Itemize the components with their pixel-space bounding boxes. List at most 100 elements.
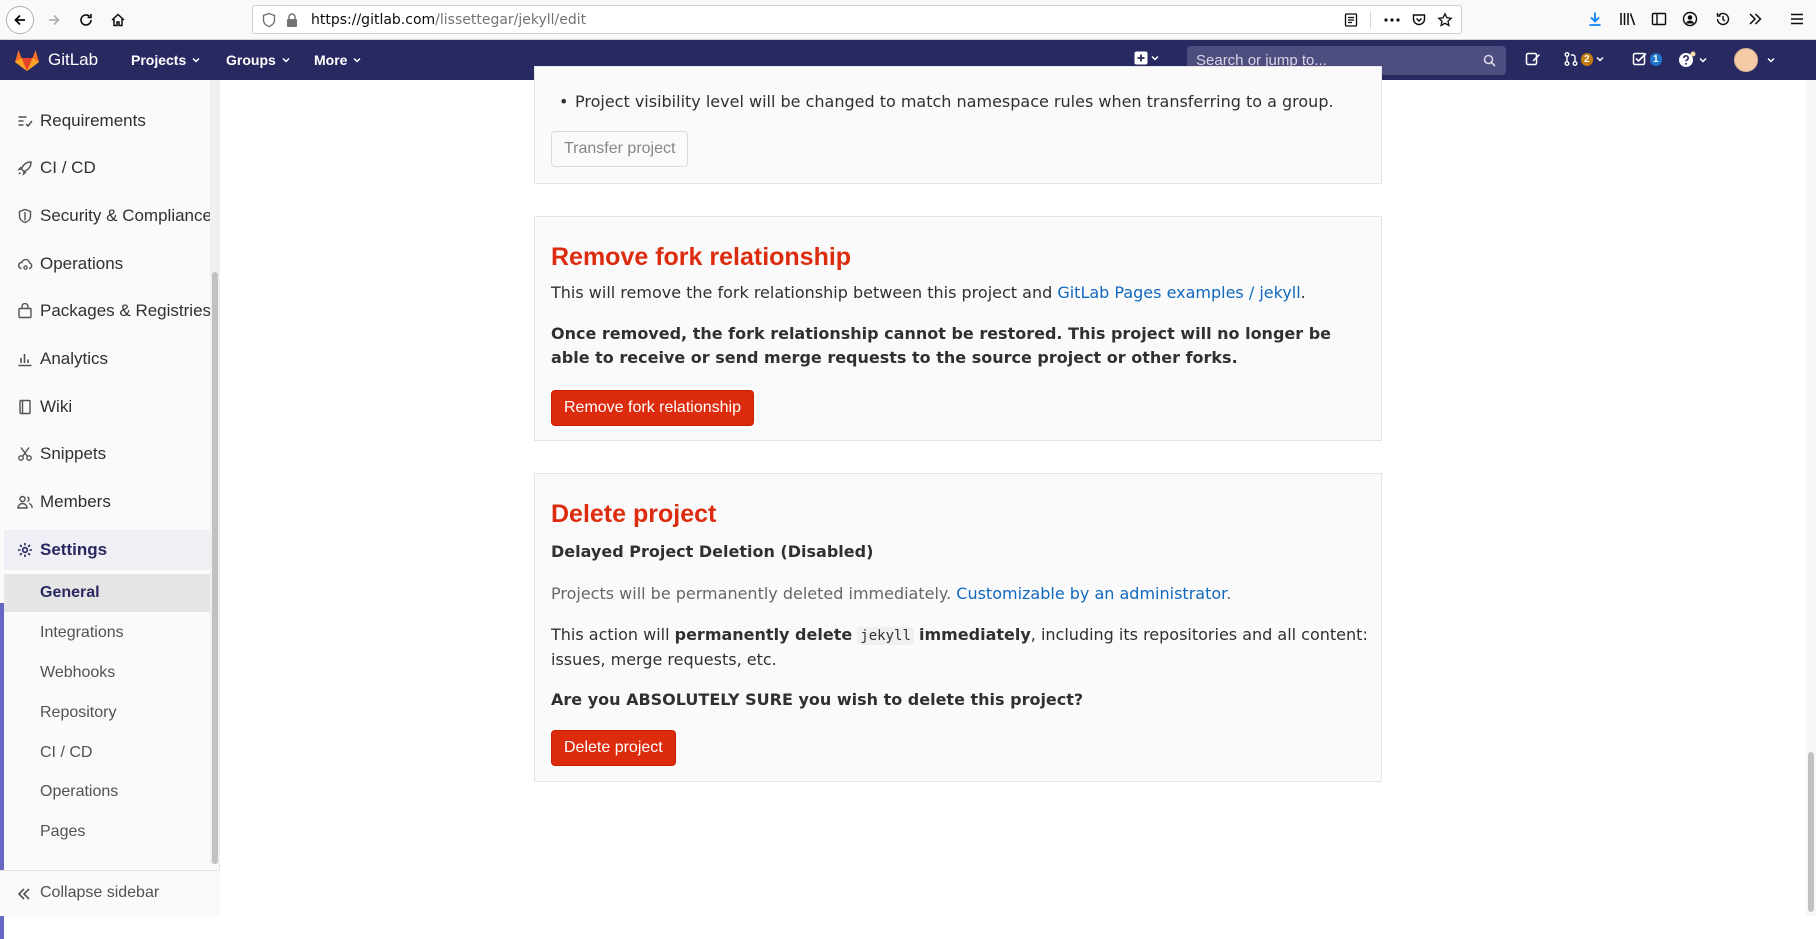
tracking-shield-icon [262, 12, 276, 28]
account-button[interactable] [1679, 8, 1701, 30]
sidebar-subitem-ci-cd[interactable]: CI / CD [4, 734, 214, 772]
gitlab-logo-link[interactable]: GitLab [14, 48, 98, 72]
user-menu-dropdown[interactable] [1734, 48, 1776, 72]
delete-project-panel: Delete project Delayed Project Deletion … [534, 473, 1382, 782]
download-icon [1589, 12, 1601, 26]
sidebar-item-packages-registries[interactable]: Packages & Registries [0, 291, 211, 331]
sidebar-item-requirements[interactable]: Requirements [0, 101, 210, 141]
chevron-down-icon [353, 57, 361, 63]
reload-icon [80, 14, 92, 26]
history-icon [1716, 12, 1730, 26]
home-button[interactable] [104, 6, 132, 34]
menu-groups[interactable]: Groups [226, 52, 291, 68]
remove-fork-warning: Once removed, the fork relationship cann… [551, 324, 1332, 367]
menu-more[interactable]: More [314, 52, 362, 68]
sidebar-item-security-compliance[interactable]: Security & Compliance [0, 196, 212, 236]
todos-button[interactable]: 1 [1632, 51, 1662, 67]
browser-toolbar: https://gitlab.com/lissettegar/jekyll/ed… [0, 0, 1816, 40]
sidebar-subitem-pages[interactable]: Pages [4, 813, 214, 851]
gitlab-tanuki-icon [15, 50, 39, 71]
requirements-icon [18, 116, 33, 128]
remove-fork-button[interactable]: Remove fork relationship [551, 390, 754, 426]
page-scrollbar-thumb[interactable] [1808, 752, 1814, 912]
sidebar-toggle-button[interactable] [1648, 8, 1670, 30]
transfer-project-button[interactable]: Transfer project [551, 131, 689, 167]
project-name-code: jekyll [857, 627, 914, 645]
sidebar-item-snippets[interactable]: Snippets [0, 434, 210, 474]
project-sidebar: Requirements CI / CD Security & Complian… [0, 80, 220, 939]
code-edit-icon [1525, 52, 1541, 66]
lock-icon [287, 13, 297, 27]
collapse-sidebar-button[interactable]: Collapse sidebar [0, 870, 220, 916]
question-circle-icon [1679, 51, 1696, 67]
app-menu-button[interactable] [1786, 8, 1808, 30]
mr-count-badge: 2 [1581, 52, 1593, 66]
downloads-button[interactable] [1584, 8, 1606, 30]
sidebar-item-ci-cd[interactable]: CI / CD [0, 148, 210, 188]
sidebar-subitem-webhooks[interactable]: Webhooks [4, 654, 214, 692]
delete-confirm-question: Are you ABSOLUTELY SURE you wish to dele… [551, 690, 1084, 709]
merge-requests-dropdown[interactable]: 2 [1563, 51, 1605, 67]
deletion-warning: This action will permanently delete jeky… [551, 625, 1368, 669]
plus-square-icon [1134, 51, 1148, 65]
package-icon [18, 303, 32, 319]
web-ide-button[interactable] [1525, 51, 1541, 67]
sidebar-item-operations[interactable]: Operations [0, 244, 210, 284]
book-icon [19, 399, 31, 415]
sidebar-item-analytics[interactable]: Analytics [0, 339, 210, 379]
back-button[interactable] [6, 6, 34, 34]
chevron-down-icon [1596, 56, 1604, 62]
sidebar-subitem-integrations[interactable]: Integrations [4, 614, 214, 652]
remove-fork-description: This will remove the fork relationship b… [551, 283, 1306, 302]
reader-view-icon [1344, 13, 1358, 27]
new-item-dropdown[interactable] [1134, 51, 1160, 65]
sidebar-item-wiki[interactable]: Wiki [0, 387, 210, 427]
transfer-project-panel: • Project visibility level will be chang… [534, 66, 1382, 184]
sidebar-item-members[interactable]: Members [0, 482, 210, 522]
rocket-icon [17, 161, 32, 176]
chevron-down-icon [1767, 57, 1775, 63]
sidebars-icon [1651, 12, 1667, 26]
cloud-gear-icon [17, 258, 33, 270]
chevron-down-icon [1699, 57, 1707, 63]
forward-arrow-icon [49, 14, 60, 26]
account-icon [1682, 11, 1698, 27]
sidebar-subitem-operations[interactable]: Operations [4, 773, 214, 811]
menu-projects[interactable]: Projects [131, 52, 201, 68]
help-dropdown[interactable] [1678, 51, 1708, 69]
hamburger-icon [1791, 13, 1803, 25]
brand-name: GitLab [48, 50, 99, 69]
upstream-project-link[interactable]: GitLab Pages examples / jekyll [1057, 283, 1300, 302]
deletion-info: Projects will be permanently deleted imm… [551, 584, 1232, 603]
library-icon [1620, 13, 1636, 26]
library-button[interactable] [1617, 8, 1639, 30]
home-icon [111, 13, 125, 27]
search-icon [1483, 54, 1496, 67]
bullet-icon: • [559, 92, 569, 111]
scissors-icon [18, 447, 32, 461]
overflow-button[interactable] [1744, 8, 1766, 30]
sidebar-item-settings[interactable]: Settings [4, 530, 210, 570]
sidebar-subitem-general[interactable]: General [4, 574, 210, 612]
double-chevron-right-icon [1749, 13, 1762, 25]
todo-count-badge: 1 [1650, 52, 1662, 66]
back-arrow-icon [14, 14, 25, 26]
sidebar-subitem-repository[interactable]: Repository [4, 694, 214, 732]
sidebar-scrollbar-thumb[interactable] [212, 272, 218, 864]
page-actions-icon [1384, 18, 1400, 22]
pocket-icon [1412, 14, 1426, 26]
delete-project-button[interactable]: Delete project [551, 730, 676, 766]
reload-button[interactable] [72, 6, 100, 34]
shield-icon [18, 208, 32, 224]
forward-button[interactable] [40, 6, 68, 34]
delete-project-title: Delete project [551, 500, 717, 528]
remove-fork-title: Remove fork relationship [551, 243, 852, 271]
customizable-admin-link[interactable]: Customizable by an administrator [956, 584, 1226, 603]
avatar [1734, 48, 1758, 72]
history-button[interactable] [1712, 8, 1734, 30]
remove-fork-panel: Remove fork relationship This will remov… [534, 216, 1382, 441]
delayed-deletion-subtitle: Delayed Project Deletion (Disabled) [551, 542, 874, 561]
todo-check-icon [1632, 52, 1647, 66]
address-bar[interactable]: https://gitlab.com/lissettegar/jekyll/ed… [252, 5, 1462, 34]
bookmark-star-icon [1437, 12, 1453, 27]
